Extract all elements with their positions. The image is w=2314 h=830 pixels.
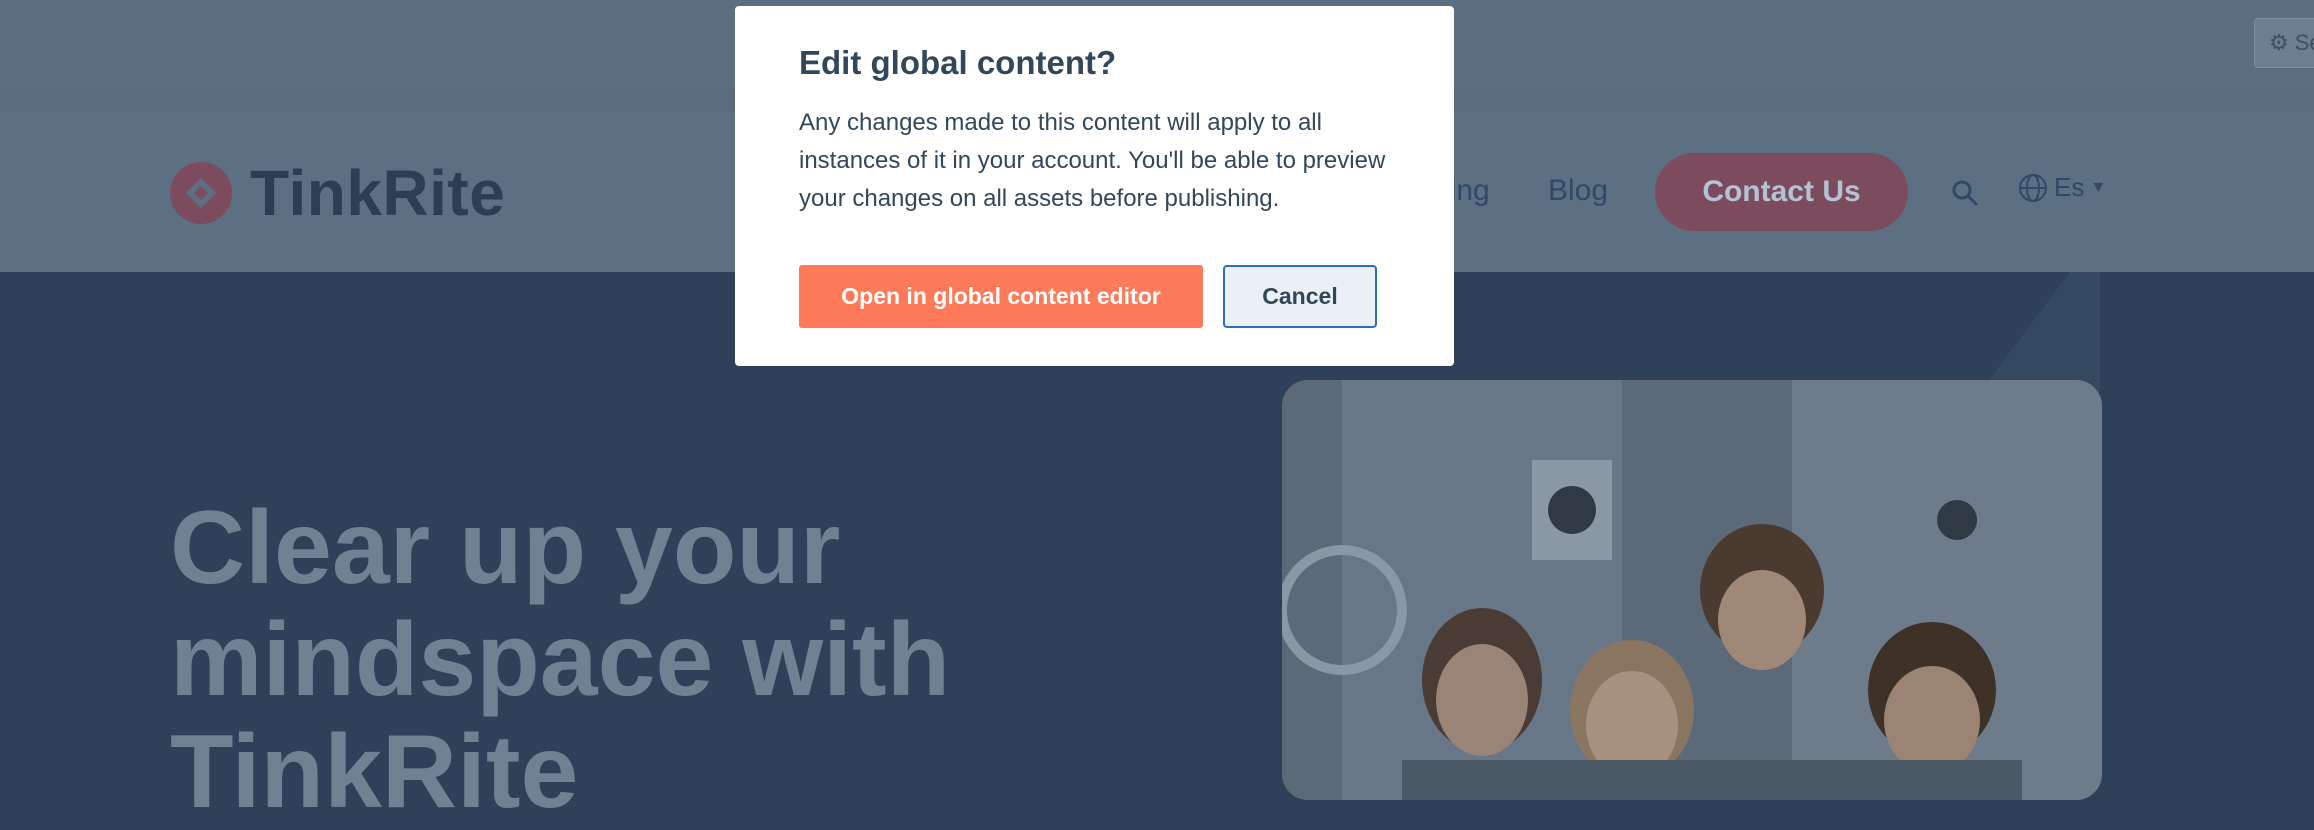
edit-global-content-dialog: Edit global content? Any changes made to…	[735, 6, 1454, 366]
open-global-editor-button[interactable]: Open in global content editor	[799, 265, 1203, 328]
dialog-title: Edit global content?	[799, 44, 1117, 81]
dialog-message: Any changes made to this content will ap…	[799, 109, 1386, 212]
dialog-actions: Open in global content editor Cancel	[799, 265, 1377, 328]
cancel-button[interactable]: Cancel	[1223, 265, 1377, 328]
